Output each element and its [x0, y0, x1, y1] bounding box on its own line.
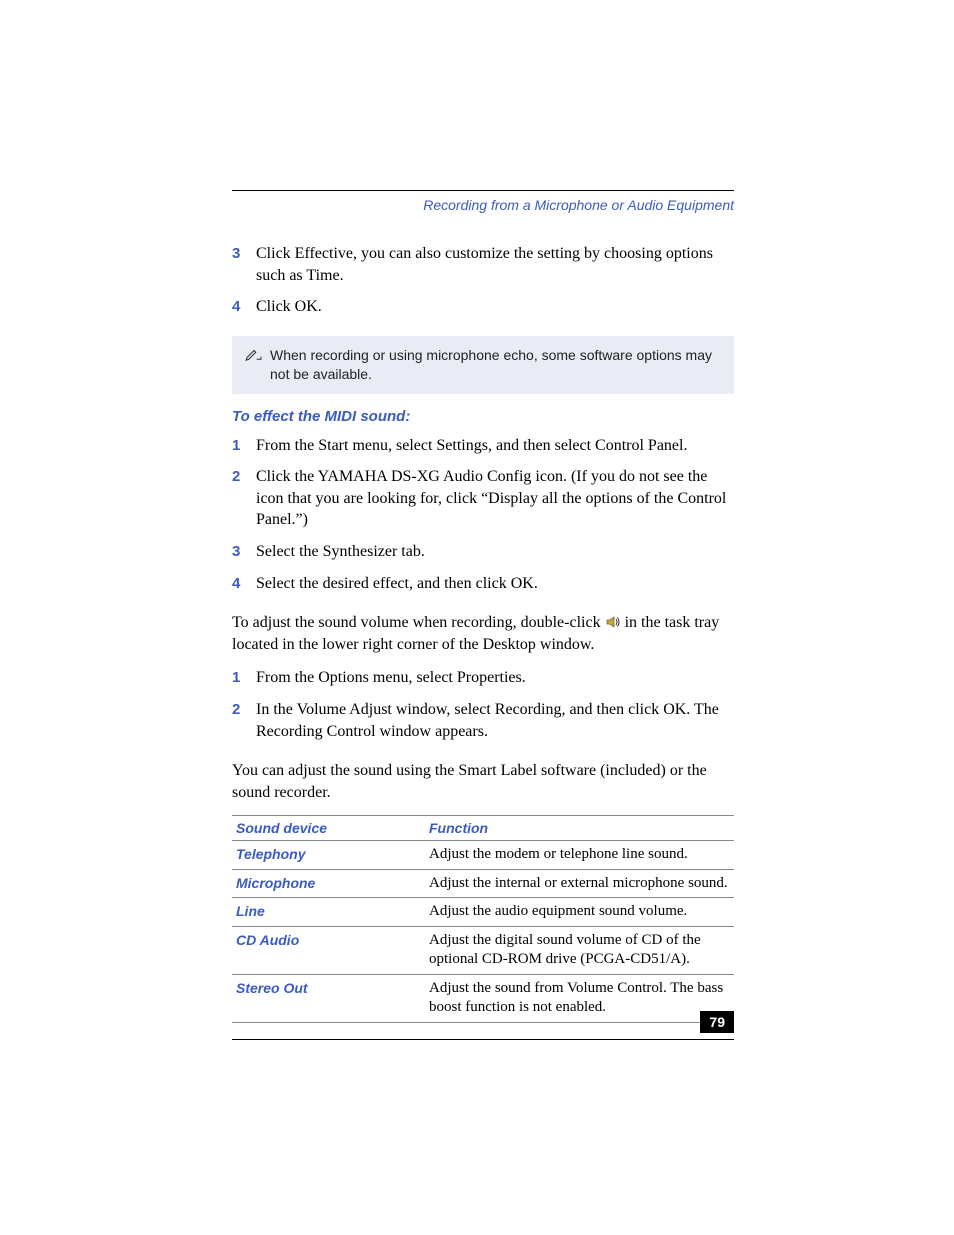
table-row: CD Audio Adjust the digital sound volume… [232, 926, 734, 974]
bottom-rule [232, 1039, 734, 1040]
cell-device: CD Audio [232, 926, 425, 974]
paragraph-volume-adjust: To adjust the sound volume when recordin… [232, 612, 734, 655]
step-number: 2 [232, 699, 256, 720]
cell-device: Line [232, 898, 425, 927]
subheading-midi: To effect the MIDI sound: [232, 408, 734, 425]
table-header-function: Function [425, 816, 734, 841]
speaker-icon [605, 614, 621, 630]
cell-device: Telephony [232, 841, 425, 870]
step-item: 4 Click OK. [232, 296, 734, 318]
cell-function: Adjust the digital sound volume of CD of… [425, 926, 734, 974]
note-box: When recording or using microphone echo,… [232, 336, 734, 394]
step-item: 3 Click Effective, you can also customiz… [232, 243, 734, 286]
step-text: Click the YAMAHA DS-XG Audio Config icon… [256, 466, 734, 531]
paragraph-smart-label: You can adjust the sound using the Smart… [232, 760, 734, 803]
footer: 79 [232, 1039, 734, 1040]
step-item: 1 From the Start menu, select Settings, … [232, 435, 734, 457]
step-number: 4 [232, 573, 256, 594]
cell-function: Adjust the internal or external micropho… [425, 869, 734, 898]
table-row: Telephony Adjust the modem or telephone … [232, 841, 734, 870]
cell-function: Adjust the modem or telephone line sound… [425, 841, 734, 870]
sound-device-table: Sound device Function Telephony Adjust t… [232, 815, 734, 1023]
step-item: 4 Select the desired effect, and then cl… [232, 573, 734, 595]
step-item: 1 From the Options menu, select Properti… [232, 667, 734, 689]
step-text: From the Start menu, select Settings, an… [256, 435, 734, 457]
cell-device: Microphone [232, 869, 425, 898]
header-title: Recording from a Microphone or Audio Equ… [232, 197, 734, 213]
step-text: Click OK. [256, 296, 734, 318]
table-row: Stereo Out Adjust the sound from Volume … [232, 974, 734, 1022]
step-item: 2 In the Volume Adjust window, select Re… [232, 699, 734, 742]
step-item: 3 Select the Synthesizer tab. [232, 541, 734, 563]
page-number: 79 [700, 1011, 734, 1033]
step-item: 2 Click the YAMAHA DS-XG Audio Config ic… [232, 466, 734, 531]
step-text: Select the Synthesizer tab. [256, 541, 734, 563]
table-header-device: Sound device [232, 816, 425, 841]
para1-part-a: To adjust the sound volume when recordin… [232, 614, 605, 631]
step-number: 3 [232, 541, 256, 562]
step-text: Select the desired effect, and then clic… [256, 573, 734, 595]
step-list-3: 1 From the Options menu, select Properti… [232, 667, 734, 742]
step-list-1: 3 Click Effective, you can also customiz… [232, 243, 734, 318]
step-text: In the Volume Adjust window, select Reco… [256, 699, 734, 742]
cell-function: Adjust the sound from Volume Control. Th… [425, 974, 734, 1022]
step-list-2: 1 From the Start menu, select Settings, … [232, 435, 734, 595]
step-text: From the Options menu, select Properties… [256, 667, 734, 689]
note-pencil-icon [244, 346, 270, 365]
note-text: When recording or using microphone echo,… [270, 346, 722, 384]
step-number: 1 [232, 435, 256, 456]
table-row: Line Adjust the audio equipment sound vo… [232, 898, 734, 927]
step-number: 4 [232, 296, 256, 317]
cell-function: Adjust the audio equipment sound volume. [425, 898, 734, 927]
table-row: Microphone Adjust the internal or extern… [232, 869, 734, 898]
page: Recording from a Microphone or Audio Equ… [0, 0, 954, 1235]
step-number: 1 [232, 667, 256, 688]
step-number: 2 [232, 466, 256, 487]
cell-device: Stereo Out [232, 974, 425, 1022]
step-number: 3 [232, 243, 256, 264]
step-text: Click Effective, you can also customize … [256, 243, 734, 286]
top-rule [232, 190, 734, 191]
